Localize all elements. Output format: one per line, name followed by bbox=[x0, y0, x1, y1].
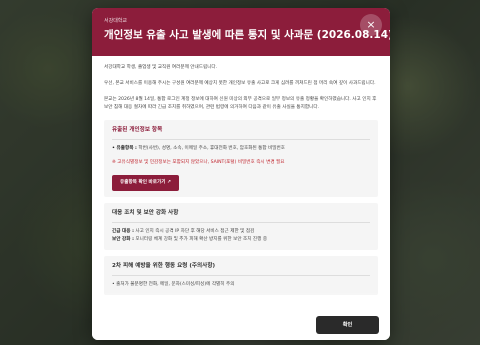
header-sub-label: 서강대학교 bbox=[104, 18, 128, 24]
prevention-row: • 출처가 불분명한 전화, 메일, 문자(스미싱/피싱)에 각별히 주의 bbox=[112, 282, 235, 287]
section-title: 유출된 개인정보 항목 bbox=[112, 127, 163, 133]
intro-paragraph: 서강대학교 학생, 졸업생 및 교직원 여러분께 안내드립니다. bbox=[104, 65, 218, 70]
row-value: 사고 인지 즉시 공격 IP 차단 후 해당 서비스 접근 제한 및 점검 bbox=[135, 229, 255, 234]
incident-paragraph: 본교는 2026년 8월 14일, 통합 로그인 계정 정보에 대하여 신원 미… bbox=[104, 97, 377, 110]
check-leaked-items-button[interactable]: 유출항목 확인 바로가기 ↗ bbox=[112, 175, 179, 191]
row-value: 모니터링 체계 강화 및 추가 피해 확산 방지를 위한 보안 조치 진행 중 bbox=[135, 237, 268, 242]
modal-title: 개인정보 유출 사고 발생에 따른 통지 및 사과문 (2026.08.14) bbox=[104, 29, 390, 41]
section-title: 2차 피해 예방을 위한 행동 요령 (주의사항) bbox=[112, 263, 216, 269]
section-divider bbox=[112, 222, 370, 223]
leaked-items-section: 유출된 개인정보 항목 • 유출항목 : 학번(사번), 성명, 소속, 이메일… bbox=[104, 120, 378, 197]
modal-body[interactable]: 서강대학교 학생, 졸업생 및 교직원 여러분께 안내드립니다. 우선, 본교 … bbox=[104, 64, 378, 316]
response-section: 대응 조치 및 보안 강화 사항 긴급 대응 : 사고 인지 즉시 공격 IP … bbox=[104, 203, 378, 250]
section-divider bbox=[112, 139, 370, 140]
leaked-items-row: • 유출항목 : 학번(사번), 성명, 소속, 이메일 주소, 휴대전화 번호… bbox=[112, 145, 370, 153]
row-label: 보안 강화 : bbox=[112, 237, 134, 242]
security-row: 보안 강화 : 모니터링 체계 강화 및 추가 피해 확산 방지를 위한 보안 … bbox=[112, 236, 370, 244]
prevention-section: 2차 피해 예방을 위한 행동 요령 (주의사항) • 출처가 불분명한 전화,… bbox=[104, 256, 378, 295]
response-row: 긴급 대응 : 사고 인지 즉시 공격 IP 차단 후 해당 서비스 접근 제한… bbox=[112, 228, 370, 236]
notice-modal: 서강대학교 개인정보 유출 사고 발생에 따른 통지 및 사과문 (2026.0… bbox=[92, 8, 390, 340]
close-button[interactable]: × bbox=[360, 14, 382, 36]
row-label: • 유출항목 : bbox=[112, 146, 137, 151]
warning-text: ※ 고유식별정보 및 민감정보는 포함되지 않았으나, SAINT(포털) 비밀… bbox=[112, 160, 285, 165]
confirm-button[interactable]: 확인 bbox=[316, 316, 379, 334]
section-divider bbox=[112, 275, 370, 276]
row-value: 학번(사번), 성명, 소속, 이메일 주소, 휴대전화 번호, 암호화된 통합… bbox=[138, 146, 285, 151]
close-icon: × bbox=[366, 18, 376, 31]
row-label: 긴급 대응 : bbox=[112, 229, 134, 234]
modal-footer: 확인 bbox=[92, 312, 390, 340]
scroll-fade bbox=[92, 292, 390, 312]
section-title: 대응 조치 및 보안 강화 사항 bbox=[112, 210, 179, 216]
apology-paragraph: 우선, 본교 서비스를 이용해 주시는 구성원 여러분께 예상치 못한 개인정보… bbox=[104, 81, 376, 86]
modal-header: 서강대학교 개인정보 유출 사고 발생에 따른 통지 및 사과문 (2026.0… bbox=[92, 8, 390, 56]
